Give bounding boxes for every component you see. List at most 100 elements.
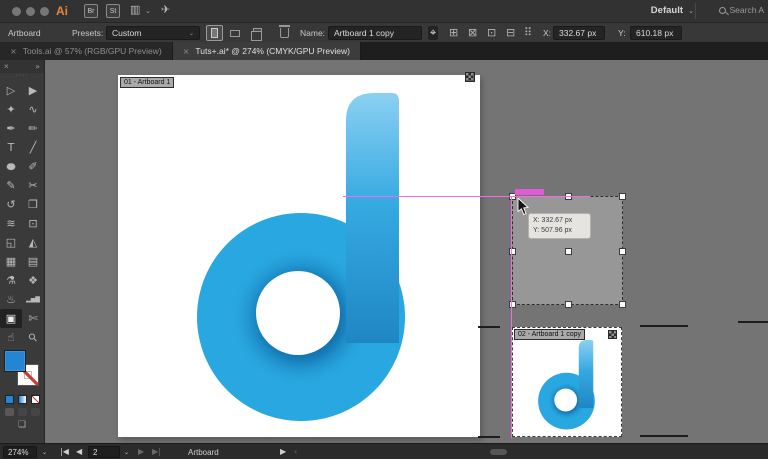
window-close-button[interactable] — [12, 7, 21, 16]
type-tool[interactable]: T — [0, 138, 22, 157]
draw-inside-button[interactable] — [31, 408, 40, 416]
blend-tool[interactable]: ❖ — [22, 271, 44, 290]
perspective-grid-tool[interactable]: ◭ — [22, 233, 44, 252]
bridge-icon[interactable]: Br — [84, 4, 98, 18]
curvature-tool[interactable]: ✏ — [22, 119, 44, 138]
width-tool[interactable]: ≋ — [0, 214, 22, 233]
pen-tool[interactable]: ✒ — [0, 119, 22, 138]
gradient-tool[interactable]: ▤ — [22, 252, 44, 271]
tab-tools-ai[interactable]: × Tools.ai @ 57% (RGB/GPU Preview) — [0, 42, 173, 60]
arrange-documents-caret-icon[interactable]: ⌄ — [145, 7, 151, 15]
symbol-sprayer-tool[interactable]: ♨ — [0, 290, 22, 309]
draw-behind-button[interactable] — [18, 408, 27, 416]
artboard-1-label[interactable]: 01 - Artboard 1 — [120, 77, 175, 88]
scissors-tool[interactable]: ✂ — [22, 176, 44, 195]
status-display: Artboard — [188, 448, 219, 457]
close-icon[interactable]: × — [10, 47, 17, 56]
tab-tuts-ai[interactable]: × Tuts+.ai* @ 274% (CMYK/GPU Preview) — [172, 42, 361, 60]
workspace-caret-icon[interactable]: ⌄ — [688, 7, 694, 15]
zoom-caret-icon[interactable]: ⌄ — [42, 449, 47, 456]
y-label: Y: — [618, 28, 626, 38]
arrange-documents-icon[interactable]: ▥ — [130, 3, 140, 16]
smart-guide-label — [515, 189, 544, 195]
next-artboard-icon[interactable]: ▶ — [138, 447, 144, 456]
artboard-nav-caret-icon[interactable]: ⌄ — [124, 449, 129, 456]
color-button[interactable] — [5, 395, 14, 404]
d-logo-artwork-small[interactable] — [538, 340, 595, 430]
landscape-orientation-button[interactable] — [226, 25, 243, 41]
panel-grip[interactable]: ···· — [0, 72, 44, 81]
panel-close-icon[interactable]: × — [4, 62, 9, 71]
change-screen-mode-button[interactable]: ❏ — [0, 420, 44, 433]
shape-builder-tool[interactable]: ◱ — [0, 233, 22, 252]
y-position-input[interactable]: 610.18 px — [630, 26, 682, 40]
zoom-level-field[interactable]: 274% — [3, 446, 37, 458]
share-icon[interactable]: ✈ — [161, 3, 170, 16]
draw-normal-button[interactable] — [5, 408, 14, 416]
ellipse-tool[interactable]: ● — [0, 157, 25, 176]
artboard-preset-cross-icon[interactable]: ⊠ — [468, 26, 477, 39]
landscape-icon — [229, 29, 240, 37]
free-transform-tool[interactable]: ⊡ — [22, 214, 44, 233]
d-logo-artwork[interactable] — [197, 93, 405, 423]
portrait-orientation-button[interactable] — [206, 25, 223, 41]
tooltip-x-value: X: 332.67 px — [533, 217, 573, 224]
artboard-name-input[interactable]: Artboard 1 copy — [328, 26, 422, 40]
artboard-number-field[interactable]: 2 — [88, 446, 120, 458]
workspace-switcher[interactable]: Default — [651, 5, 683, 16]
selection-handle-ne[interactable] — [619, 193, 626, 200]
delete-artboard-icon[interactable] — [279, 25, 290, 38]
artboard-preset-dot-icon[interactable]: ⊡ — [487, 26, 496, 39]
x-position-input[interactable]: 332.67 px — [553, 26, 605, 40]
mesh-tool[interactable]: ▦ — [0, 252, 22, 271]
trim-mark — [640, 435, 688, 437]
trim-mark — [640, 325, 688, 327]
scrollbar-thumb[interactable] — [490, 449, 507, 455]
x-label: X: — [543, 28, 552, 38]
first-artboard-icon[interactable]: |◀ — [60, 447, 69, 456]
canvas[interactable]: 01 - Artboard 1 X: 332.67 px Y: 507.96 p… — [45, 60, 768, 443]
paintbrush-tool[interactable]: ✐ — [22, 157, 44, 176]
artboard-1-corner-widget-icon[interactable] — [465, 72, 475, 82]
selection-handle-se[interactable] — [619, 301, 626, 308]
previous-artboard-icon[interactable]: ◀ — [76, 447, 82, 456]
direct-selection-tool[interactable]: ▶ — [22, 81, 44, 100]
stock-icon[interactable]: St — [106, 4, 120, 18]
selection-handle-s[interactable] — [565, 301, 572, 308]
artboard-1-copy-corner-widget-icon[interactable] — [608, 330, 617, 339]
selection-tool[interactable]: ▷ — [0, 81, 22, 100]
artboard-tool[interactable]: ▣ — [0, 309, 22, 328]
magic-wand-tool[interactable]: ✦ — [0, 100, 22, 119]
presets-dropdown[interactable]: Custom ⌄ — [106, 26, 200, 40]
panel-collapse-icon[interactable]: » — [35, 62, 40, 71]
show-center-mark-icon[interactable]: ⠿ — [524, 26, 532, 39]
status-flyout-icon[interactable]: ▶ — [280, 447, 286, 456]
none-button[interactable] — [31, 395, 40, 404]
artboard-preset-center-icon[interactable]: ⊞ — [449, 26, 458, 39]
search-placeholder: Search A — [729, 5, 765, 15]
trim-mark — [478, 326, 500, 328]
fill-swatch[interactable] — [4, 350, 26, 372]
scale-tool[interactable]: ❐ — [22, 195, 44, 214]
gradient-button[interactable] — [18, 395, 27, 404]
presets-caret-icon: ⌄ — [188, 29, 194, 37]
smart-guide-vertical — [511, 196, 513, 438]
artboard-1-copy-label[interactable]: 02 - Artboard 1 copy — [514, 329, 586, 340]
rotate-tool[interactable]: ↺ — [0, 195, 22, 214]
new-artboard-icon[interactable] — [251, 28, 262, 41]
selection-handle-center[interactable] — [565, 248, 572, 255]
column-graph-tool[interactable]: ▂▅▇ — [22, 290, 44, 309]
eyedropper-tool[interactable]: ⚗ — [0, 271, 22, 290]
close-icon[interactable]: × — [183, 47, 190, 56]
window-zoom-button[interactable] — [40, 7, 49, 16]
window-minimize-button[interactable] — [26, 7, 35, 16]
line-segment-tool[interactable]: ╱ — [22, 138, 44, 157]
lasso-tool[interactable]: ∿ — [22, 100, 44, 119]
search-field[interactable]: Search A — [718, 5, 765, 15]
pencil-tool[interactable]: ✎ — [0, 176, 22, 195]
artboard-options-icon[interactable]: ⊟ — [506, 26, 515, 39]
selection-handle-e[interactable] — [619, 248, 626, 255]
move-artwork-with-artboard-icon[interactable]: ⌖ — [428, 26, 439, 40]
last-artboard-icon[interactable]: ▶| — [152, 447, 161, 456]
measurement-tooltip: X: 332.67 px Y: 507.96 px — [528, 213, 591, 240]
